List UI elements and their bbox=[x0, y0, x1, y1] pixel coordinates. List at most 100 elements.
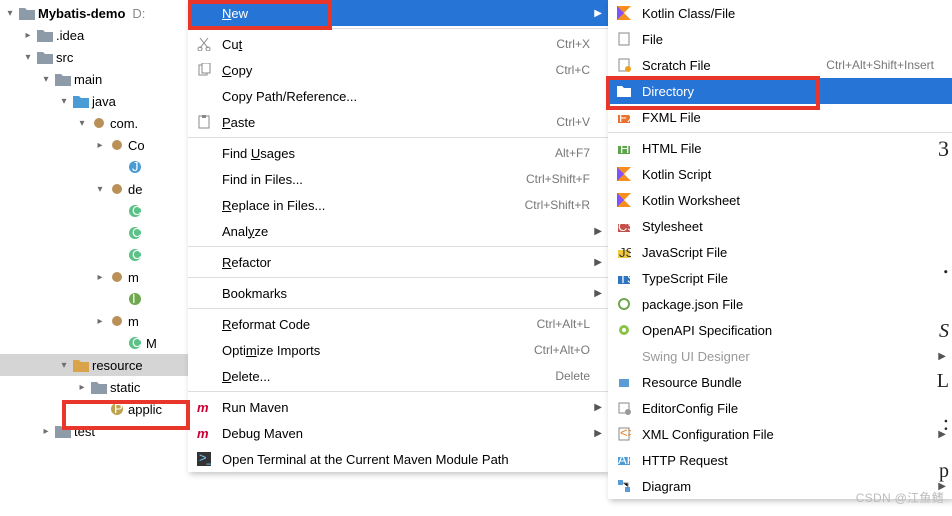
context-item-optimize-imports[interactable]: Optimize ImportsCtrl+Alt+O bbox=[188, 337, 608, 363]
context-item-bookmarks[interactable]: Bookmarks▶ bbox=[188, 280, 608, 306]
tree-item[interactable]: J bbox=[0, 156, 190, 178]
menu-item-label: Kotlin Script bbox=[642, 167, 934, 182]
new-item-kotlin-worksheet[interactable]: Kotlin Worksheet bbox=[608, 187, 952, 213]
menu-shortcut: Ctrl+C bbox=[556, 63, 590, 77]
new-item-html-file[interactable]: H HTML File bbox=[608, 135, 952, 161]
tree-item[interactable]: ▾java bbox=[0, 90, 190, 112]
menu-item-label: TypeScript File bbox=[642, 271, 934, 286]
menu-shortcut: Ctrl+X bbox=[556, 37, 590, 51]
tree-item[interactable]: ▾com. bbox=[0, 112, 190, 134]
tree-item[interactable]: ▸test bbox=[0, 420, 190, 442]
package-icon bbox=[109, 182, 125, 196]
svg-text:JS: JS bbox=[619, 245, 631, 259]
menu-shortcut: Ctrl+Alt+Shift+Insert bbox=[826, 58, 934, 72]
menu-item-label: Optimize Imports bbox=[222, 343, 524, 358]
context-item-new[interactable]: New▶ bbox=[188, 0, 608, 26]
svg-text:C: C bbox=[132, 336, 141, 350]
menu-shortcut: Ctrl+V bbox=[556, 115, 590, 129]
new-item-swing-ui-designer[interactable]: Swing UI Designer▶ bbox=[608, 343, 952, 369]
folder-icon bbox=[37, 50, 53, 64]
tree-item[interactable]: Papplic bbox=[0, 398, 190, 420]
new-item-openapi-specification[interactable]: OpenAPI Specification bbox=[608, 317, 952, 343]
file-icon: C bbox=[127, 204, 143, 218]
new-item-package-json-file[interactable]: package.json File bbox=[608, 291, 952, 317]
context-menu: New▶ CutCtrl+XCopyCtrl+CCopy Path/Referen… bbox=[188, 0, 608, 472]
context-item-open-terminal-at-the-current-maven-module-path[interactable]: >_Open Terminal at the Current Maven Mod… bbox=[188, 446, 608, 472]
file-icon bbox=[616, 31, 632, 47]
new-item-directory[interactable]: Directory bbox=[608, 78, 952, 104]
context-item-analyze[interactable]: Analyze▶ bbox=[188, 218, 608, 244]
bg-char: : bbox=[943, 410, 949, 436]
context-item-run-maven[interactable]: mRun Maven▶ bbox=[188, 394, 608, 420]
tree-item[interactable]: ▸.idea bbox=[0, 24, 190, 46]
tree-item[interactable]: ▾main bbox=[0, 68, 190, 90]
context-item-copy-path-reference[interactable]: Copy Path/Reference... bbox=[188, 83, 608, 109]
bundle-icon bbox=[616, 374, 632, 390]
new-item-fxml-file[interactable]: FXFXML File bbox=[608, 104, 952, 130]
new-item-javascript-file[interactable]: JSJavaScript File bbox=[608, 239, 952, 265]
tree-item[interactable]: C bbox=[0, 222, 190, 244]
tree-item[interactable]: ▸m bbox=[0, 310, 190, 332]
new-item-editorconfig-file[interactable]: EditorConfig File bbox=[608, 395, 952, 421]
tree-item[interactable]: C bbox=[0, 200, 190, 222]
new-item-kotlin-script[interactable]: Kotlin Script bbox=[608, 161, 952, 187]
context-item-delete[interactable]: Delete...Delete bbox=[188, 363, 608, 389]
new-item-xml-configuration-file[interactable]: <>XML Configuration File▶ bbox=[608, 421, 952, 447]
tree-item-label: static bbox=[110, 380, 140, 395]
copy-icon bbox=[196, 62, 212, 78]
menu-item-label: Replace in Files... bbox=[222, 198, 515, 213]
menu-item-label: Find Usages bbox=[222, 146, 545, 161]
file-icon: J bbox=[127, 160, 143, 174]
context-item-reformat-code[interactable]: Reformat Code Ctrl+Alt+L bbox=[188, 311, 608, 337]
tree-item[interactable]: ▾src bbox=[0, 46, 190, 68]
context-item-copy[interactable]: CopyCtrl+C bbox=[188, 57, 608, 83]
new-item-resource-bundle[interactable]: Resource Bundle bbox=[608, 369, 952, 395]
context-item-find-usages[interactable]: Find UsagesAlt+F7 bbox=[188, 140, 608, 166]
tree-root-hint: D: bbox=[132, 6, 145, 21]
new-item-typescript-file[interactable]: TSTypeScript File bbox=[608, 265, 952, 291]
context-item-debug-maven[interactable]: mDebug Maven▶ bbox=[188, 420, 608, 446]
new-item-kotlin-class-file[interactable]: Kotlin Class/File bbox=[608, 0, 952, 26]
new-item-file[interactable]: File bbox=[608, 26, 952, 52]
dir-icon bbox=[616, 83, 632, 99]
maven-icon: m bbox=[196, 399, 212, 415]
context-item-paste[interactable]: PasteCtrl+V bbox=[188, 109, 608, 135]
tree-item[interactable]: ▸m bbox=[0, 266, 190, 288]
menu-item-label: HTML File bbox=[642, 141, 934, 156]
context-item-refactor[interactable]: Refactor▶ bbox=[188, 249, 608, 275]
tree-root[interactable]: ▾ Mybatis-demo D: bbox=[0, 2, 190, 24]
menu-shortcut: Ctrl+Alt+L bbox=[537, 317, 590, 331]
new-item-http-request[interactable]: APIHTTP Request bbox=[608, 447, 952, 473]
submenu-arrow-icon: ▶ bbox=[594, 257, 602, 268]
tree-item[interactable]: CM bbox=[0, 332, 190, 354]
diagram-icon bbox=[616, 478, 632, 494]
new-item-scratch-file[interactable]: Scratch FileCtrl+Alt+Shift+Insert bbox=[608, 52, 952, 78]
menu-item-label: Reformat Code bbox=[222, 317, 527, 332]
menu-separator bbox=[608, 132, 952, 133]
tree-item[interactable]: C bbox=[0, 244, 190, 266]
context-item-cut[interactable]: CutCtrl+X bbox=[188, 31, 608, 57]
tree-item[interactable]: ▸Co bbox=[0, 134, 190, 156]
file-icon: P bbox=[109, 402, 125, 416]
tree-item-label: applic bbox=[128, 402, 162, 417]
blank-icon bbox=[196, 88, 212, 104]
menu-shortcut: Ctrl+Shift+F bbox=[526, 172, 590, 186]
tree-item[interactable]: ▾resource bbox=[0, 354, 190, 376]
tree-item-label: m bbox=[128, 270, 139, 285]
folder-icon bbox=[19, 6, 35, 20]
context-item-find-in-files[interactable]: Find in Files...Ctrl+Shift+F bbox=[188, 166, 608, 192]
tree-item[interactable]: ▾de bbox=[0, 178, 190, 200]
html-icon: H bbox=[616, 140, 632, 156]
submenu-arrow-icon: ▶ bbox=[594, 428, 602, 439]
menu-item-label: Swing UI Designer bbox=[642, 349, 934, 364]
xml-icon: <> bbox=[616, 426, 632, 442]
new-item-stylesheet[interactable]: CSSStylesheet bbox=[608, 213, 952, 239]
project-tree[interactable]: ▾ Mybatis-demo D: ▸.idea▾src▾main▾java▾c… bbox=[0, 0, 190, 442]
tree-item[interactable]: I bbox=[0, 288, 190, 310]
tree-item[interactable]: ▸static bbox=[0, 376, 190, 398]
tree-item-label: resource bbox=[92, 358, 143, 373]
context-item-replace-in-files[interactable]: Replace in Files...Ctrl+Shift+R bbox=[188, 192, 608, 218]
svg-text:P: P bbox=[114, 402, 123, 416]
menu-item-label: XML Configuration File bbox=[642, 427, 934, 442]
svg-text:CSS: CSS bbox=[618, 219, 631, 233]
